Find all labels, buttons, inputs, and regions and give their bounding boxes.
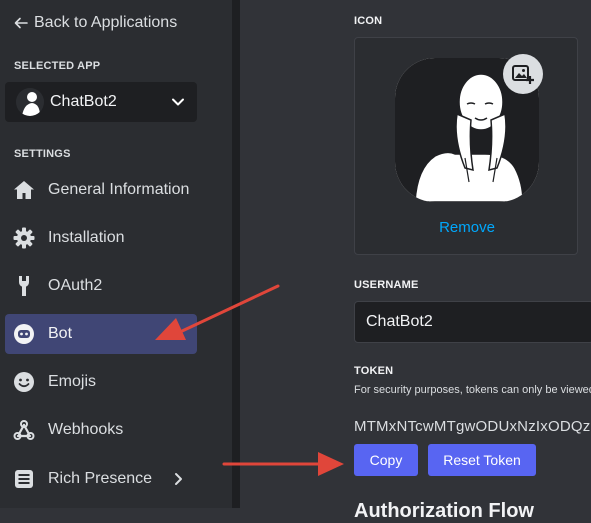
- add-image-icon: [512, 65, 534, 84]
- sidebar: Back to Applications SELECTED APP ChatBo…: [0, 0, 232, 508]
- sidebar-item-label: Emojis: [48, 373, 97, 390]
- home-icon: [12, 178, 36, 202]
- arrow-to-copy: [222, 452, 344, 476]
- username-value: ChatBot2: [366, 313, 433, 330]
- token-heading: TOKEN: [354, 365, 394, 377]
- sidebar-item-rich-presence[interactable]: Rich Presence: [5, 459, 197, 499]
- back-label: Back to Applications: [34, 14, 178, 31]
- sidebar-item-installation[interactable]: Installation: [5, 218, 197, 258]
- chevron-down-icon: [172, 98, 184, 106]
- sidebar-item-label: Rich Presence: [48, 470, 153, 487]
- remove-icon-link[interactable]: Remove: [355, 219, 579, 236]
- app-selector[interactable]: ChatBot2: [5, 82, 197, 122]
- token-value: MTMxNTcwMTgwODUxNzIxODQzO: [354, 418, 591, 435]
- authorization-flow-heading: Authorization Flow: [354, 500, 534, 522]
- settings-heading: SETTINGS: [14, 148, 71, 160]
- list-icon: [12, 467, 36, 491]
- sidebar-item-bot[interactable]: Bot: [5, 314, 197, 354]
- sidebar-item-label: General Information: [48, 181, 190, 198]
- sidebar-item-oauth2[interactable]: OAuth2: [5, 266, 197, 306]
- username-input[interactable]: ChatBot2: [354, 301, 591, 343]
- sidebar-item-emojis[interactable]: Emojis: [5, 362, 197, 402]
- selected-app-heading: SELECTED APP: [14, 60, 101, 72]
- sidebar-scrollbar[interactable]: [232, 0, 240, 508]
- icon-heading: ICON: [354, 15, 383, 27]
- app-name: ChatBot2: [50, 93, 117, 110]
- sidebar-item-label: Installation: [48, 229, 125, 246]
- bot-icon: [12, 322, 36, 346]
- copy-token-button[interactable]: Copy: [354, 444, 418, 476]
- token-description: For security purposes, tokens can only b…: [354, 384, 591, 396]
- smiley-icon: [12, 370, 36, 394]
- sidebar-item-webhooks[interactable]: Webhooks: [5, 410, 197, 450]
- back-to-applications-link[interactable]: Back to Applications: [14, 14, 177, 32]
- app-avatar: [16, 88, 44, 116]
- chevron-right-icon: [175, 473, 182, 485]
- sidebar-item-label: OAuth2: [48, 277, 103, 294]
- wrench-icon: [12, 274, 36, 298]
- username-heading: USERNAME: [354, 279, 419, 291]
- upload-image-button[interactable]: [503, 54, 543, 94]
- arrow-left-icon: [14, 17, 28, 29]
- webhook-icon: [12, 418, 36, 442]
- sidebar-item-label: Bot: [48, 325, 73, 342]
- gear-icon: [12, 226, 36, 250]
- sidebar-item-general-information[interactable]: General Information: [5, 170, 197, 210]
- reset-token-button[interactable]: Reset Token: [428, 444, 536, 476]
- icon-upload-area[interactable]: Remove: [354, 37, 578, 255]
- sidebar-item-label: Webhooks: [48, 421, 124, 438]
